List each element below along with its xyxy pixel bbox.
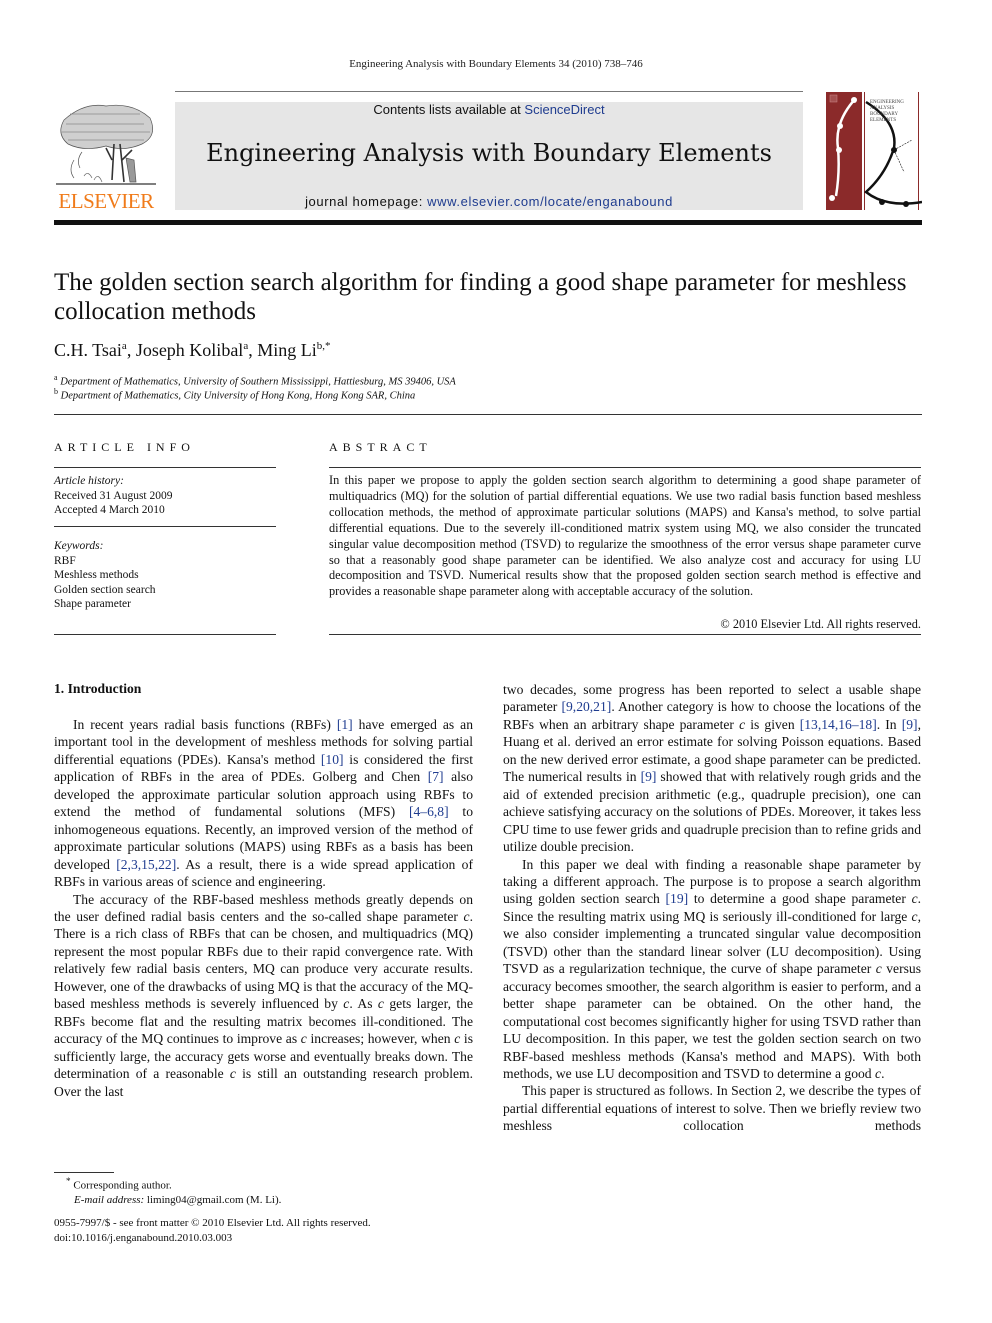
cover-title-line-3: BOUNDARY	[870, 112, 898, 117]
math-symbol: c	[739, 716, 746, 732]
journal-cover-icon: ENGINEERING ANALYSIS BOUNDARY ELEMENTS	[826, 92, 923, 210]
math-symbol: c	[377, 996, 384, 1012]
section-heading: 1. Introduction	[54, 681, 142, 696]
footnote-marker: *	[66, 1176, 71, 1186]
math-symbol: c	[343, 996, 350, 1012]
citation-link[interactable]: [7]	[428, 769, 444, 784]
author-name[interactable]: C.H. Tsai	[54, 340, 122, 360]
homepage-link[interactable]: www.elsevier.com/locate/enganabound	[427, 194, 673, 209]
math-symbol: c	[300, 1031, 307, 1047]
citation-link[interactable]: [9]	[902, 717, 918, 732]
author-separator: ,	[126, 340, 136, 360]
abstract-rule	[329, 467, 921, 468]
right-column: two decades, some progress has been repo…	[503, 681, 921, 1135]
masthead-bottom-rule	[54, 220, 922, 225]
citation-link[interactable]: [4–6,8]	[409, 804, 449, 819]
abstract-heading: ABSTRACT	[329, 440, 432, 454]
accepted-date: Accepted 4 March 2010	[54, 504, 165, 516]
abstract-rule	[329, 634, 921, 635]
affiliation-sup: a	[54, 373, 58, 382]
math-symbol: c	[911, 891, 918, 907]
history-label: Article history:	[54, 475, 124, 487]
elsevier-tree-icon	[56, 104, 156, 185]
received-date: Received 31 August 2009	[54, 489, 173, 502]
citation-link[interactable]: [10]	[321, 752, 344, 767]
cover-title-line-2: ANALYSIS	[870, 106, 894, 111]
affiliation-sup: b	[54, 387, 58, 396]
affiliation-text: Department of Mathematics, University of…	[60, 376, 456, 388]
citation-link[interactable]: [1]	[337, 717, 353, 732]
affiliation: a Department of Mathematics, University …	[54, 373, 456, 388]
article-info-heading: ARTICLE INFO	[54, 440, 195, 454]
elsevier-wordmark: ELSEVIER	[58, 189, 154, 213]
affiliation-text: Department of Mathematics, City Universi…	[60, 390, 416, 402]
author-affil-sup: b,*	[316, 340, 331, 352]
math-symbol: c	[229, 1066, 236, 1082]
keyword: Shape parameter	[54, 598, 131, 610]
journal-homepage: journal homepage: www.elsevier.com/locat…	[175, 194, 803, 210]
body-paragraph: two decades, some progress has been repo…	[503, 682, 922, 855]
affiliation: b Department of Mathematics, City Univer…	[54, 387, 415, 402]
body-paragraph: In this paper we deal with finding a rea…	[503, 856, 922, 1081]
keyword: Golden section search	[54, 583, 156, 596]
article-title: The golden section search algorithm for …	[54, 269, 907, 325]
article-info-rule	[54, 526, 276, 527]
abstract-copyright: © 2010 Elsevier Ltd. All rights reserved…	[720, 617, 921, 631]
author-separator: ,	[248, 340, 258, 360]
keyword: Meshless methods	[54, 569, 139, 581]
body-paragraph: The accuracy of the RBF-based meshless m…	[54, 891, 473, 1099]
doi-link[interactable]: doi:10.1016/j.enganabound.2010.03.003	[54, 1231, 371, 1246]
masthead-top-rule	[175, 91, 803, 92]
cover-title-line-4: ELEMENTS	[870, 118, 896, 123]
author-list: C.H. Tsaia, Joseph Kolibala, Ming Lib,*	[54, 340, 330, 361]
footnote: * Corresponding author. E-mail address: …	[54, 1174, 281, 1208]
header-divider	[54, 414, 922, 415]
email-label: E-mail address:	[74, 1194, 145, 1207]
abstract-text: In this paper we propose to apply the go…	[329, 473, 921, 599]
math-symbol: c	[875, 1065, 882, 1081]
journal-cover[interactable]: ENGINEERING ANALYSIS BOUNDARY ELEMENTS	[826, 92, 923, 210]
math-symbol: c	[454, 1031, 461, 1047]
keyword: RBF	[54, 554, 76, 567]
body-paragraph: In recent years radial basis functions (…	[54, 717, 474, 890]
contents-line: Contents lists available at ScienceDirec…	[175, 102, 803, 118]
sciencedirect-link[interactable]: ScienceDirect	[524, 102, 604, 117]
issn-line: 0955-7997/$ - see front matter © 2010 El…	[54, 1217, 371, 1229]
journal-masthead: Contents lists available at ScienceDirec…	[175, 102, 803, 210]
citation-link[interactable]: [9]	[641, 769, 657, 784]
article-history: Article history: Received 31 August 2009…	[54, 474, 173, 518]
math-symbol: c	[911, 908, 918, 924]
citation-link[interactable]: [9,20,21]	[561, 699, 611, 714]
body-paragraph: This paper is structured as follows. In …	[503, 1083, 921, 1134]
footnote-rule	[54, 1172, 114, 1173]
article-info-rule	[54, 467, 276, 468]
math-symbol: c	[875, 961, 882, 977]
keywords-label: Keywords:	[54, 540, 104, 552]
math-symbol: c	[463, 908, 470, 924]
left-column: In recent years radial basis functions (…	[54, 716, 473, 1100]
citation-link[interactable]: [13,14,16–18]	[800, 717, 877, 732]
journal-title: Engineering Analysis with Boundary Eleme…	[206, 139, 772, 167]
email-address[interactable]: liming04@gmail.com (M. Li).	[147, 1194, 281, 1206]
cover-title-line-1: ENGINEERING	[870, 100, 904, 105]
keywords-block: Keywords: RBF Meshless methods Golden se…	[54, 539, 156, 612]
page-footer: 0955-7997/$ - see front matter © 2010 El…	[54, 1216, 371, 1245]
citation-link[interactable]: [2,3,15,22]	[116, 857, 176, 872]
author-name[interactable]: Joseph Kolibal	[136, 340, 244, 360]
author-name[interactable]: Ming Li	[257, 340, 317, 360]
running-head: Engineering Analysis with Boundary Eleme…	[349, 58, 643, 70]
contents-prefix: Contents lists available at	[373, 102, 525, 117]
article-info-rule	[54, 634, 276, 635]
elsevier-logo[interactable]: ELSEVIER	[54, 100, 158, 212]
corresponding-author-note: Corresponding author.	[73, 1179, 172, 1192]
citation-link[interactable]: [19]	[666, 891, 689, 906]
homepage-prefix: journal homepage:	[305, 194, 428, 209]
